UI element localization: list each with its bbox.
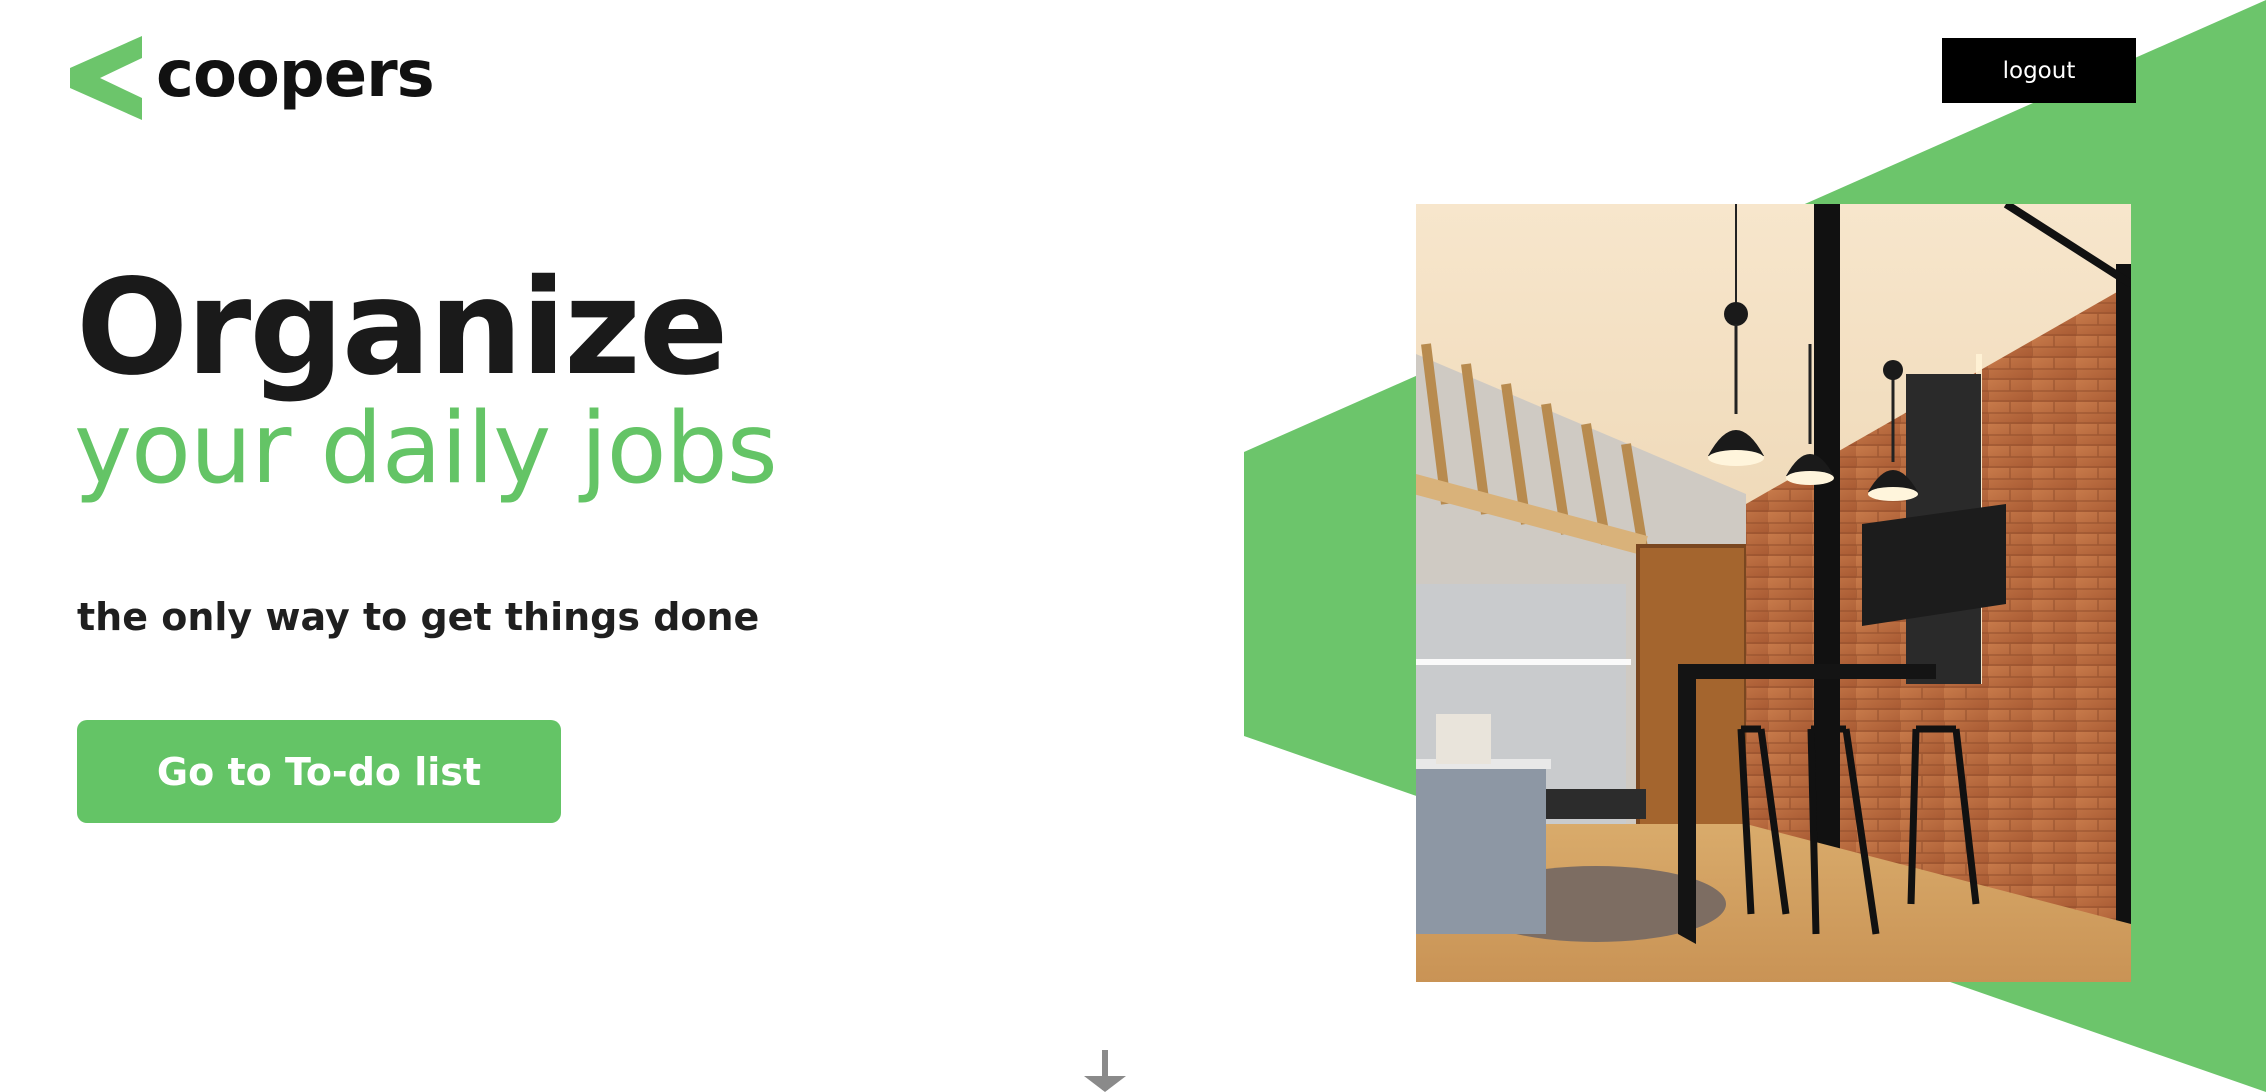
hero-tagline: the only way to get things done [77,595,760,639]
brand-name: coopers [156,38,435,112]
chevron-left-logo-icon [70,36,142,120]
hero-title: Organize [76,251,728,405]
hero-subtitle: your daily jobs [74,392,778,506]
arrow-down-icon[interactable] [1080,1050,1130,1092]
landing-page: coopers logout Organize your daily jobs … [0,0,2266,1092]
hero-image [1416,204,2131,982]
go-to-todo-list-button[interactable]: Go to To-do list [77,720,561,823]
logout-button[interactable]: logout [1942,38,2136,103]
brand-logo[interactable]: coopers [70,36,435,120]
